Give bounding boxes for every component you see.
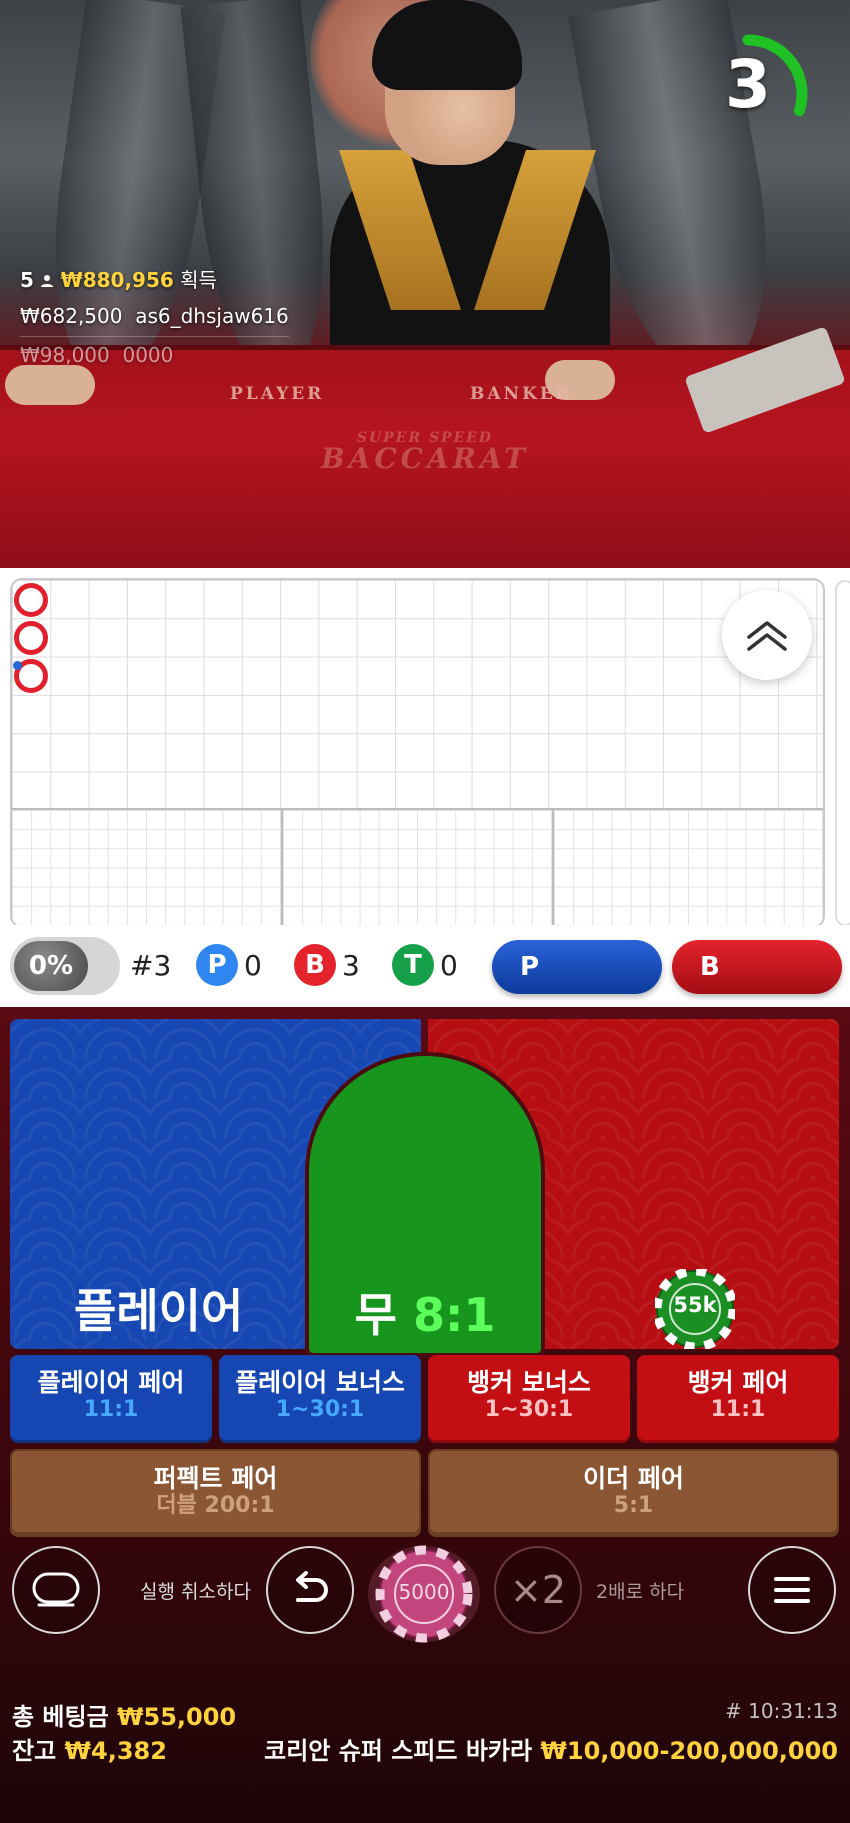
winner-row: ₩98,000 0000 — [20, 337, 289, 373]
big-eye-road — [12, 810, 283, 926]
banker-pair-title: 뱅커 페어 — [687, 1368, 789, 1397]
player-stat: P 0 — [196, 941, 262, 989]
balance: 잔고 ₩4,382 — [12, 1731, 167, 1766]
player-bonus-bet[interactable]: 플레이어 보너스 1~30:1 — [219, 1355, 421, 1443]
table-name: 코리안 슈퍼 스피드 바카라 — [264, 1737, 533, 1765]
roadmap-grid — [10, 578, 825, 928]
banker-count: 3 — [342, 948, 360, 982]
undo-label: 실행 취소하다 — [140, 1581, 251, 1603]
percent-toggle[interactable]: 0% — [10, 937, 120, 995]
total-bet-value: ₩55,000 — [117, 1703, 237, 1731]
winner-amount: ₩98,000 — [20, 343, 110, 367]
winners-ticker: 5 ₩880,956 획득 ₩682,500 as6_dhsjaw616 ₩98… — [20, 262, 289, 373]
round-count: #3 — [130, 941, 171, 989]
derived-roads — [12, 810, 823, 926]
dealer-hair — [372, 0, 522, 90]
table-info[interactable]: 코리안 슈퍼 스피드 바카라 ₩10,000-200,000,000 — [264, 1731, 838, 1766]
tie-stat: T 0 — [392, 941, 458, 989]
stats-bar: 0% #3 P 0 B 3 T 0 P B — [0, 925, 850, 1007]
winner-row: ₩682,500 as6_dhsjaw616 — [20, 298, 289, 337]
balance-label: 잔고 — [12, 1737, 57, 1765]
small-road — [283, 810, 554, 926]
tie-bet-spot[interactable]: 무 8:1 — [305, 1052, 545, 1357]
banker-stat: B 3 — [294, 941, 360, 989]
winner-amount: ₩682,500 — [20, 304, 123, 328]
tie-label: 무 — [354, 1288, 397, 1342]
double-label: 2배로 하다 — [596, 1581, 685, 1603]
secondary-roadmap-peek[interactable] — [835, 580, 850, 926]
perfect-pair-odds: 더블 200:1 — [156, 1493, 275, 1518]
player-badge: P — [196, 944, 238, 986]
player-pair-bet[interactable]: 플레이어 페어 11:1 — [10, 1355, 212, 1443]
player-pair-dot — [13, 661, 22, 670]
hamburger-menu-icon — [774, 1577, 810, 1603]
banker-bonus-bet[interactable]: 뱅커 보너스 1~30:1 — [428, 1355, 630, 1443]
table-shape-icon — [32, 1572, 80, 1607]
undo-button[interactable] — [266, 1546, 354, 1634]
table-view-button[interactable] — [12, 1546, 100, 1634]
person-icon — [41, 275, 54, 287]
felt-player-label: PLAYER — [230, 384, 325, 404]
banker-win-ring — [14, 621, 48, 655]
timer-value: 3 — [725, 46, 771, 123]
either-pair-odds: 5:1 — [613, 1493, 654, 1518]
either-pair-title: 이더 페어 — [583, 1464, 684, 1493]
banker-predict-label: B — [700, 952, 720, 982]
tie-count: 0 — [440, 948, 458, 982]
chip-value: 5000 — [398, 1580, 450, 1604]
player-pair-odds: 11:1 — [83, 1397, 139, 1422]
percent-value: 0% — [14, 941, 88, 991]
cockroach-road — [554, 810, 823, 926]
banker-bonus-title: 뱅커 보너스 — [467, 1368, 591, 1397]
banker-predict-button[interactable]: B — [672, 940, 842, 994]
tie-badge: T — [392, 944, 434, 986]
collapse-roadmap-button[interactable] — [722, 590, 812, 680]
big-road — [12, 580, 823, 810]
tie-odds: 8:1 — [412, 1288, 496, 1342]
roadmap-panel[interactable] — [0, 568, 850, 938]
placed-chip-value: 55k — [673, 1293, 717, 1317]
player-count: 0 — [244, 948, 262, 982]
banker-pair-bet[interactable]: 뱅커 페어 11:1 — [637, 1355, 839, 1443]
menu-button[interactable] — [748, 1546, 836, 1634]
player-bonus-title: 플레이어 보너스 — [235, 1368, 405, 1397]
chip-selector[interactable]: 5000 — [368, 1544, 480, 1644]
felt-logo-main: BACCARAT — [321, 442, 529, 475]
double-icon: ×2 — [509, 1568, 567, 1612]
banker-badge: B — [294, 944, 336, 986]
banker-pair-odds: 11:1 — [710, 1397, 766, 1422]
banker-bonus-odds: 1~30:1 — [484, 1397, 574, 1422]
live-video-stream: PLAYER BANKER SUPER SPEED BACCARAT 5 ₩88… — [0, 0, 850, 568]
perfect-pair-bet[interactable]: 퍼펙트 페어 더블 200:1 — [10, 1449, 421, 1537]
player-bonus-odds: 1~30:1 — [275, 1397, 365, 1422]
winners-total-suffix: 획득 — [180, 268, 217, 292]
perfect-pair-title: 퍼펙트 페어 — [153, 1464, 278, 1493]
round-id: # 10:31:13 — [725, 1699, 838, 1723]
player-predict-button[interactable]: P — [492, 940, 662, 994]
winners-summary: 5 ₩880,956 획득 — [20, 262, 289, 298]
double-chevron-up-icon — [747, 621, 787, 651]
balance-value: ₩4,382 — [64, 1737, 167, 1765]
winner-count: 5 — [20, 268, 34, 292]
felt-banker-label: BANKER — [470, 384, 573, 404]
placed-chip: 55k — [655, 1269, 735, 1349]
player-pair-title: 플레이어 페어 — [37, 1368, 185, 1397]
player-predict-label: P — [520, 952, 540, 982]
player-bet-label: 플레이어 — [74, 1284, 244, 1338]
round-number: #3 — [130, 948, 172, 982]
felt-logo: SUPER SPEED BACCARAT — [290, 430, 560, 475]
winner-user: as6_dhsjaw616 — [135, 304, 289, 328]
total-bet: 총 베팅금 ₩55,000 — [12, 1697, 236, 1732]
countdown-timer: 3 — [708, 30, 820, 160]
table-limits: ₩10,000-200,000,000 — [540, 1737, 838, 1765]
undo-icon — [296, 1571, 328, 1602]
banker-win-ring — [14, 583, 48, 617]
double-bet-button[interactable]: ×2 — [494, 1546, 582, 1634]
either-pair-bet[interactable]: 이더 페어 5:1 — [428, 1449, 839, 1537]
total-bet-label: 총 베팅금 — [12, 1703, 109, 1731]
tie-bet-label: 무 8:1 — [309, 1279, 541, 1345]
winner-user: 0000 — [122, 343, 174, 367]
winners-total: ₩880,956 — [60, 268, 174, 292]
